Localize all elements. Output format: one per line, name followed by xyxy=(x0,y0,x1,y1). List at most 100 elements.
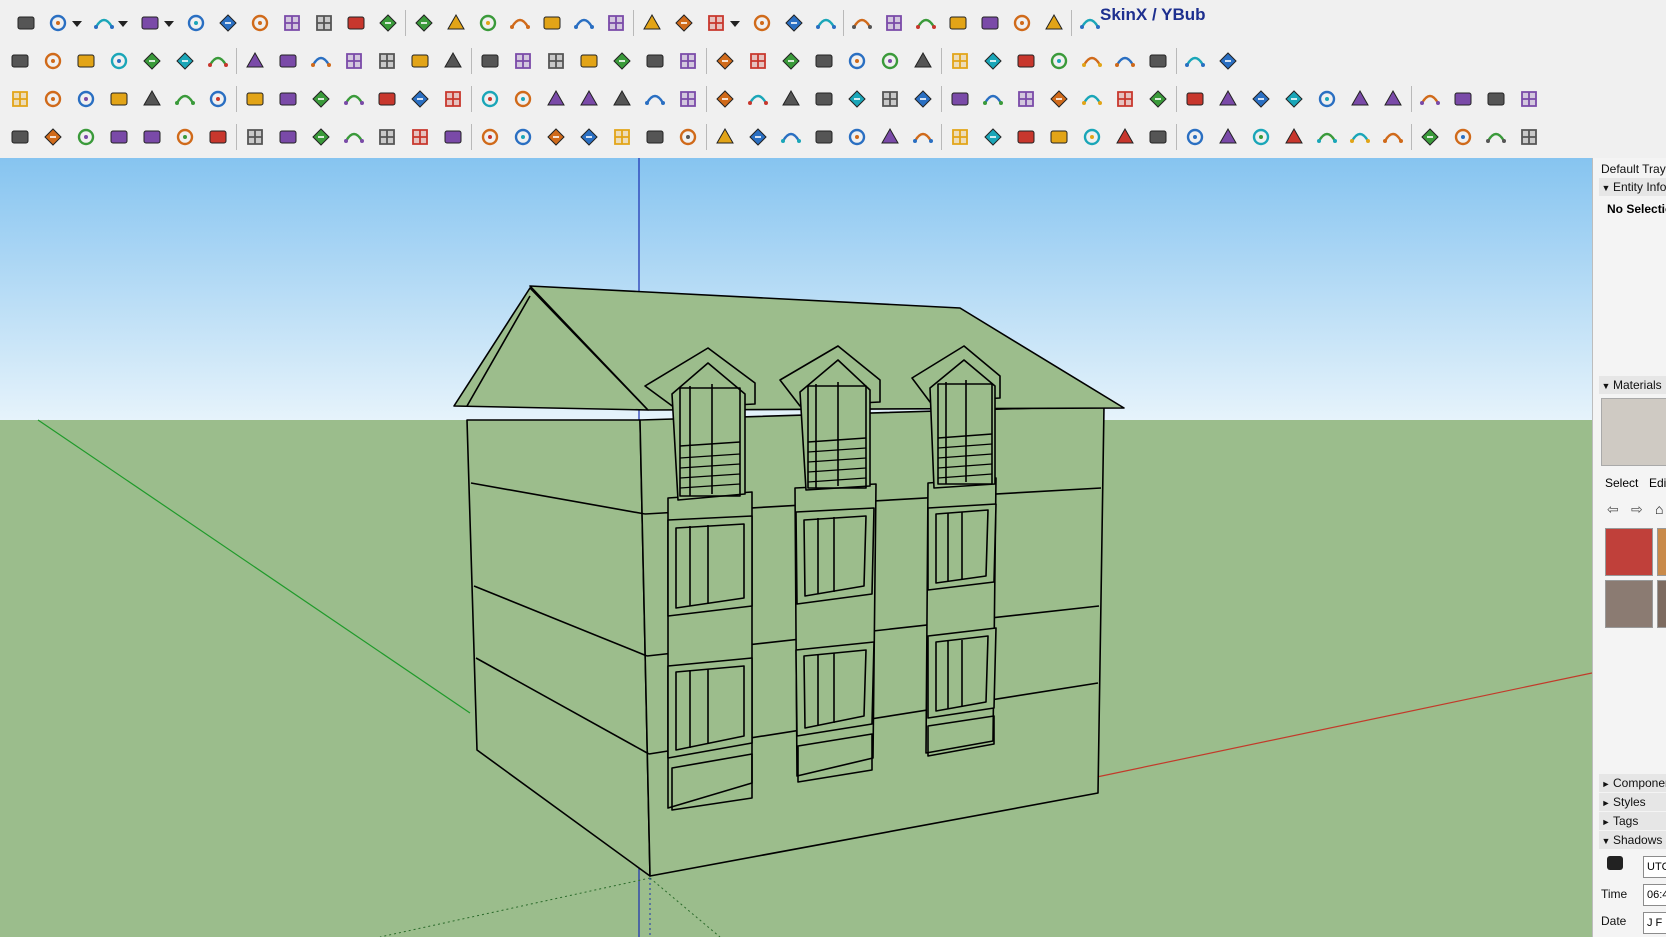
spiral-c-icon[interactable] xyxy=(713,87,737,111)
tape-measure-icon[interactable] xyxy=(344,11,368,35)
scale-icon[interactable] xyxy=(312,11,336,35)
view-sections-icon[interactable] xyxy=(672,11,696,35)
materials-tab-edit[interactable]: Edit xyxy=(1649,476,1666,490)
roof-blue-icon[interactable] xyxy=(1418,87,1442,111)
styles-header[interactable]: ► Styles xyxy=(1599,793,1666,811)
shape-icon[interactable] xyxy=(643,49,667,73)
home-icon[interactable]: ⌂ xyxy=(1655,501,1663,517)
arc-a-icon[interactable] xyxy=(74,125,98,149)
grid-orange-a-icon[interactable] xyxy=(1080,87,1104,111)
cross-blue-icon[interactable] xyxy=(511,87,535,111)
model-viewport[interactable] xyxy=(0,158,1592,937)
wall-a-icon[interactable] xyxy=(948,49,972,73)
weld-icon[interactable] xyxy=(107,49,131,73)
building-model[interactable] xyxy=(453,285,1125,877)
bevel-icon[interactable] xyxy=(375,49,399,73)
window-2-1[interactable] xyxy=(667,515,753,617)
extend-icon[interactable] xyxy=(342,49,366,73)
curve-tool-icon[interactable] xyxy=(1484,87,1508,111)
window-2-2[interactable] xyxy=(795,507,875,605)
spring-b-icon[interactable] xyxy=(140,125,164,149)
house-green-icon[interactable] xyxy=(713,125,737,149)
zoom-extents-icon[interactable] xyxy=(540,11,564,35)
stairs-b-icon[interactable] xyxy=(713,49,737,73)
window-a-icon[interactable] xyxy=(1146,125,1170,149)
roof-blue-b-icon[interactable] xyxy=(1451,87,1475,111)
line-b-icon[interactable] xyxy=(981,125,1005,149)
shadows-header[interactable]: ▼ Shadows xyxy=(1599,831,1666,849)
pointer-icon[interactable] xyxy=(746,125,770,149)
ramp-c-icon[interactable] xyxy=(812,49,836,73)
wall-c-icon[interactable] xyxy=(1014,49,1038,73)
materials-tab-select[interactable]: Select xyxy=(1605,476,1638,490)
view-layers-icon[interactable] xyxy=(640,11,664,35)
grid-small-icon[interactable] xyxy=(1249,87,1273,111)
grid-icon[interactable] xyxy=(478,49,502,73)
zoom-icon[interactable] xyxy=(508,11,532,35)
cone-drop-icon[interactable] xyxy=(577,87,601,111)
cube-wood-icon[interactable] xyxy=(779,87,803,111)
text-icon[interactable] xyxy=(376,11,400,35)
wall-b-icon[interactable] xyxy=(981,49,1005,73)
material-swatch-red[interactable] xyxy=(1605,528,1653,576)
components-header[interactable]: ►Components xyxy=(1599,774,1666,792)
grid-a-icon[interactable] xyxy=(1249,125,1273,149)
freehand-arc-icon[interactable] xyxy=(92,11,116,35)
wall-d-icon[interactable] xyxy=(1047,49,1071,73)
dropdown-arrow-icon[interactable] xyxy=(72,21,82,27)
check-icon[interactable] xyxy=(1348,125,1372,149)
cross-green-icon[interactable] xyxy=(478,87,502,111)
view-camera-icon[interactable] xyxy=(704,11,728,35)
arc-dots-icon[interactable] xyxy=(1216,87,1240,111)
plane-green-icon[interactable] xyxy=(74,87,98,111)
columns-icon[interactable] xyxy=(511,49,535,73)
date-slider[interactable]: J F xyxy=(1643,912,1666,934)
arc-green-icon[interactable] xyxy=(243,125,267,149)
utc-field[interactable]: UTC xyxy=(1643,856,1666,878)
pen-icon[interactable] xyxy=(1282,87,1306,111)
spiral-b-icon[interactable] xyxy=(676,87,700,111)
intersect-icon[interactable] xyxy=(914,11,938,35)
play-icon[interactable] xyxy=(1010,11,1034,35)
grid-orange-c-icon[interactable] xyxy=(1146,87,1170,111)
polygon-icon[interactable] xyxy=(544,125,568,149)
spiral-c-icon[interactable] xyxy=(309,125,333,149)
skinx-ybub-label[interactable]: SkinX / YBub xyxy=(1100,5,1206,25)
copy-icon[interactable] xyxy=(1381,125,1405,149)
hatch-icon[interactable] xyxy=(911,49,935,73)
list-b-icon[interactable] xyxy=(878,125,902,149)
plane-grid-icon[interactable] xyxy=(140,87,164,111)
line-a-icon[interactable] xyxy=(948,125,972,149)
box-b-icon[interactable] xyxy=(1080,125,1104,149)
follow-me-icon[interactable] xyxy=(216,11,240,35)
bricks-icon[interactable] xyxy=(544,49,568,73)
list-a-icon[interactable] xyxy=(845,125,869,149)
magnet-icon[interactable] xyxy=(812,87,836,111)
entity-info-header[interactable]: ▼ Entity Info xyxy=(1599,178,1666,196)
grid-b-icon[interactable] xyxy=(1282,125,1306,149)
import-image-icon[interactable] xyxy=(750,11,774,35)
puzzle-a-icon[interactable] xyxy=(878,87,902,111)
button-red-icon[interactable] xyxy=(981,87,1005,111)
wave-icon[interactable] xyxy=(511,125,535,149)
poly-icon[interactable] xyxy=(41,125,65,149)
oval-icon[interactable] xyxy=(610,125,634,149)
offset-curve-icon[interactable] xyxy=(41,49,65,73)
corner-icon[interactable] xyxy=(309,49,333,73)
window-b-icon[interactable] xyxy=(1183,125,1207,149)
dropdown-arrow-icon[interactable] xyxy=(164,21,174,27)
letter-n-icon[interactable] xyxy=(173,125,197,149)
spiral-a-icon[interactable] xyxy=(643,87,667,111)
forward-arrow-icon[interactable]: ⇨ xyxy=(1631,501,1643,518)
bracket-icon[interactable] xyxy=(375,87,399,111)
tree-green-icon[interactable] xyxy=(845,87,869,111)
view-iso-icon[interactable] xyxy=(572,11,596,35)
box-a-icon[interactable] xyxy=(1047,125,1071,149)
i-beam-icon[interactable] xyxy=(206,125,230,149)
triangle-icon[interactable] xyxy=(610,87,634,111)
stack-layers-icon[interactable] xyxy=(814,11,838,35)
shadow-toggle-icon[interactable] xyxy=(1607,856,1623,870)
roof-wood-icon[interactable] xyxy=(1381,87,1405,111)
frame-cyan-icon[interactable] xyxy=(1047,87,1071,111)
hook-icon[interactable] xyxy=(408,125,432,149)
